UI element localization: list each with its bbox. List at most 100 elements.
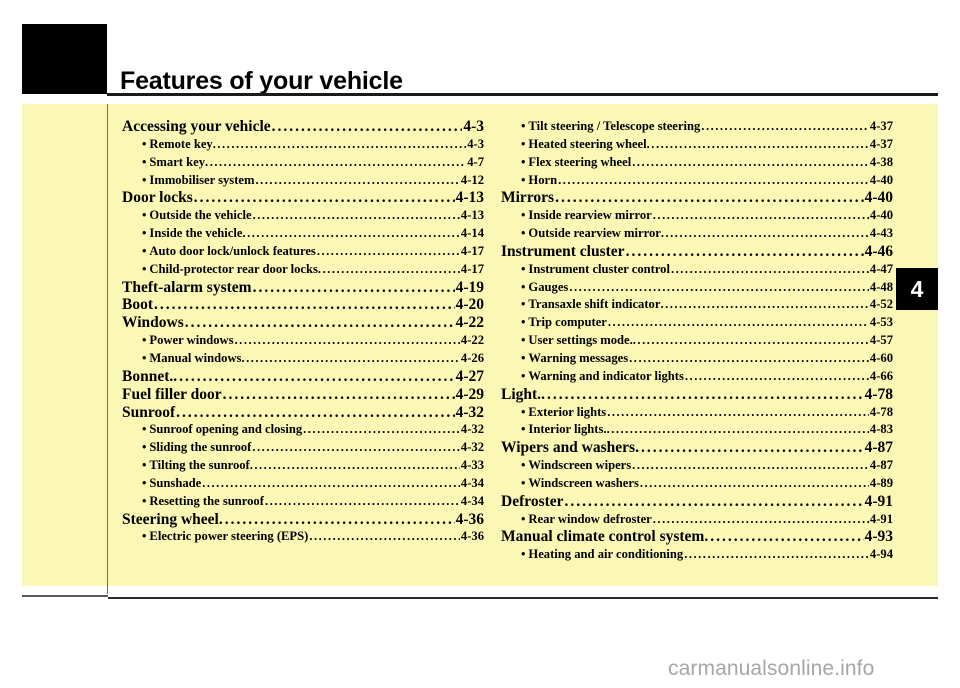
- toc-entry[interactable]: • Outside the vehicle....................…: [122, 207, 484, 225]
- toc-entry[interactable]: Manual climate control system...........…: [501, 528, 893, 546]
- toc-entry[interactable]: • Tilt steering / Telescope steering.....…: [501, 118, 893, 136]
- toc-entry[interactable]: Light...................................…: [501, 386, 893, 404]
- bullet-icon: •: [142, 350, 147, 365]
- toc-entry[interactable]: • Exterior lights........................…: [501, 404, 893, 422]
- toc-entry[interactable]: • Auto door lock/unlock features.........…: [122, 243, 484, 261]
- toc-entry-page: 4-7: [467, 154, 484, 169]
- toc-entry[interactable]: • Tilting the sunroof....................…: [122, 457, 484, 475]
- toc-dot-leader: ........................................…: [193, 189, 455, 207]
- bullet-icon: •: [142, 529, 147, 544]
- bullet-icon: •: [521, 315, 526, 330]
- toc-dot-leader: ........................................…: [317, 261, 460, 276]
- toc-entry[interactable]: Door locks..............................…: [122, 189, 484, 207]
- toc-entry[interactable]: • Trip computer..........................…: [501, 314, 893, 332]
- toc-dot-leader: ........................................…: [632, 333, 869, 348]
- toc-entry[interactable]: • Heated steering wheel..................…: [501, 136, 893, 154]
- toc-entry[interactable]: Wipers and washers......................…: [501, 439, 893, 457]
- toc-entry-label: • Flex steering wheel: [521, 154, 632, 169]
- toc-entry[interactable]: Windows.................................…: [122, 314, 484, 332]
- toc-entry-label: • Remote key: [142, 136, 213, 151]
- toc-entry[interactable]: • Gauges.................................…: [501, 279, 893, 297]
- toc-entry[interactable]: • Flex steering wheel....................…: [501, 154, 893, 172]
- toc-entry[interactable]: • Warning and indicator lights...........…: [501, 368, 893, 386]
- toc-dot-leader: ........................................…: [684, 368, 869, 383]
- toc-entry[interactable]: • Transaxle shift indicator..............…: [501, 296, 893, 314]
- toc-entry[interactable]: Instrument cluster......................…: [501, 243, 893, 261]
- toc-entry-label: • Windscreen wipers: [521, 458, 632, 473]
- toc-entry[interactable]: • Resetting the sunroof..................…: [122, 493, 484, 511]
- bullet-icon: •: [142, 136, 147, 151]
- toc-entry[interactable]: • Outside rearview mirror................…: [501, 225, 893, 243]
- chapter-number-tab[interactable]: 4: [896, 268, 938, 310]
- toc-entry-label: • Resetting the sunroof: [142, 493, 264, 508]
- toc-entry[interactable]: • Horn...................................…: [501, 172, 893, 190]
- toc-dot-leader: ........................................…: [660, 297, 869, 312]
- toc-entry-page: 4-26: [460, 350, 484, 365]
- toc-entry[interactable]: • Windscreen wipers......................…: [501, 457, 893, 475]
- toc-dot-leader: ........................................…: [249, 458, 460, 473]
- bullet-icon: •: [521, 333, 526, 348]
- toc-entry-page: 4-22: [455, 314, 484, 332]
- toc-entry[interactable]: • Immobiliser system.....................…: [122, 172, 484, 190]
- toc-entry[interactable]: • Windscreen washers.....................…: [501, 475, 893, 493]
- toc-entry-label: • Sliding the sunroof: [142, 440, 252, 455]
- toc-entry[interactable]: Steering wheel..........................…: [122, 511, 484, 529]
- toc-entry[interactable]: Sunroof.................................…: [122, 404, 484, 422]
- toc-entry[interactable]: • Interior lights........................…: [501, 421, 893, 439]
- toc-entry-page: 4-17: [460, 261, 484, 276]
- toc-dot-leader: ........................................…: [555, 189, 864, 207]
- bullet-icon: •: [142, 475, 147, 490]
- toc-dot-leader: ........................................…: [632, 154, 869, 169]
- toc-left-column: Accessing your vehicle..................…: [122, 118, 484, 546]
- toc-entry[interactable]: Mirrors.................................…: [501, 189, 893, 207]
- toc-entry[interactable]: • Heating and air conditioning...........…: [501, 546, 893, 564]
- toc-entry[interactable]: • Rear window defroster..................…: [501, 511, 893, 529]
- toc-entry-label: • Inside rearview mirror: [521, 208, 652, 223]
- toc-entry[interactable]: • Child-protector rear door locks........…: [122, 261, 484, 279]
- toc-dot-leader: ........................................…: [652, 208, 869, 223]
- bullet-icon: •: [521, 547, 526, 562]
- footer-rule-right: [108, 597, 938, 599]
- toc-entry[interactable]: • Manual windows.........................…: [122, 350, 484, 368]
- toc-entry-label: Wipers and washers: [501, 439, 636, 457]
- bullet-icon: •: [142, 440, 147, 455]
- toc-entry[interactable]: • Sunroof opening and closing............…: [122, 421, 484, 439]
- toc-entry-label: • Horn: [521, 172, 558, 187]
- toc-entry[interactable]: • Electric power steering (EPS)..........…: [122, 528, 484, 546]
- toc-entry-page: 4-40: [869, 172, 893, 187]
- toc-dot-leader: ........................................…: [632, 458, 869, 473]
- toc-entry[interactable]: • Instrument cluster control.............…: [501, 261, 893, 279]
- toc-entry-label: • Manual windows: [142, 350, 242, 365]
- bullet-icon: •: [142, 154, 147, 169]
- toc-entry[interactable]: Theft-alarm system......................…: [122, 279, 484, 297]
- toc-entry[interactable]: Boot....................................…: [122, 296, 484, 314]
- toc-entry-label: • Immobiliser system: [142, 172, 255, 187]
- bullet-icon: •: [142, 261, 147, 276]
- toc-entry-label: • Electric power steering (EPS): [142, 529, 309, 544]
- bullet-icon: •: [521, 368, 526, 383]
- toc-entry[interactable]: • Sliding the sunroof....................…: [122, 439, 484, 457]
- toc-entry-page: 4-14: [460, 226, 484, 241]
- toc-dot-leader: ........................................…: [639, 475, 869, 490]
- bullet-icon: •: [521, 172, 526, 187]
- toc-entry-label: Manual climate control system: [501, 528, 705, 546]
- toc-entry[interactable]: Fuel filler door........................…: [122, 386, 484, 404]
- toc-entry-page: 4-36: [460, 529, 484, 544]
- toc-entry[interactable]: Accessing your vehicle..................…: [122, 118, 484, 136]
- toc-entry[interactable]: • Inside the vehicle.....................…: [122, 225, 484, 243]
- toc-entry[interactable]: • Inside rearview mirror.................…: [501, 207, 893, 225]
- footer-rule-left: [22, 595, 108, 597]
- toc-dot-leader: ........................................…: [202, 475, 460, 490]
- toc-entry[interactable]: Defroster...............................…: [501, 493, 893, 511]
- toc-entry[interactable]: Bonnet..................................…: [122, 368, 484, 386]
- toc-entry[interactable]: • User settings mode.....................…: [501, 332, 893, 350]
- toc-entry[interactable]: • Remote key.............................…: [122, 136, 484, 154]
- toc-entry-label: • Rear window defroster: [521, 511, 652, 526]
- toc-entry[interactable]: • Smart key..............................…: [122, 154, 484, 172]
- toc-entry[interactable]: • Warning messages.......................…: [501, 350, 893, 368]
- toc-entry[interactable]: • Sunshade...............................…: [122, 475, 484, 493]
- title-underline-rule: [107, 93, 938, 96]
- toc-entry[interactable]: • Power windows..........................…: [122, 332, 484, 350]
- bullet-icon: •: [142, 422, 147, 437]
- toc-dot-leader: ........................................…: [670, 261, 869, 276]
